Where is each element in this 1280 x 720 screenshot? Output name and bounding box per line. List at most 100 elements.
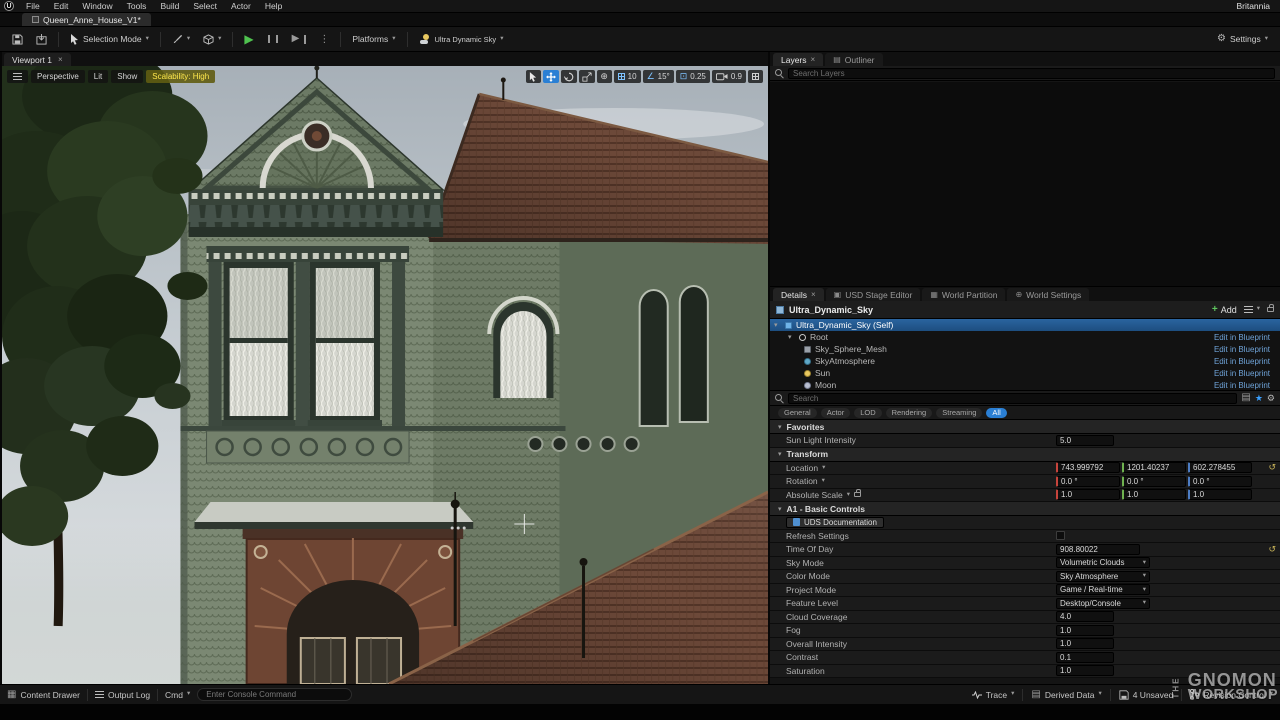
derived-data-dropdown[interactable]: ▤Derived Data▾ [1031,690,1101,700]
chevron-down-icon[interactable]: ▾ [822,478,825,485]
scale-x-input[interactable]: 1.0 [1056,489,1120,500]
tool-dropdown-1[interactable]: ▾ [167,30,195,48]
filter-all[interactable]: All [986,408,1006,418]
location-z-input[interactable]: 602.278455 [1188,462,1252,473]
tree-row-moon[interactable]: Moon Edit in Blueprint [770,379,1280,391]
scale-y-input[interactable]: 1.0 [1122,489,1186,500]
rotation-x-input[interactable]: 0.0 ° [1056,476,1120,487]
world-space-toggle[interactable]: ⊕ [597,70,612,83]
tree-row-self[interactable]: ▾ Ultra_Dynamic_Sky (Self) [770,319,1280,331]
saturation-input[interactable]: 1.0 [1056,665,1114,676]
section-transform[interactable]: ▾Transform [770,448,1280,462]
refresh-settings-checkbox[interactable] [1056,531,1065,540]
location-x-input[interactable]: 743.999792 [1056,462,1120,473]
tab-details[interactable]: Details× [773,288,824,301]
add-component-button[interactable]: +Add [1212,304,1237,315]
rotate-tool-button[interactable] [561,70,577,83]
reset-to-default-icon[interactable]: ↺ [1268,545,1276,554]
scale-snap-control[interactable]: ⊡0.25 [676,70,710,83]
tab-usd-stage-editor[interactable]: ▣USD Stage Editor [826,288,921,301]
filter-actor[interactable]: Actor [821,408,851,418]
platforms-dropdown[interactable]: Platforms▾ [347,30,400,48]
time-of-day-input[interactable]: 908.80022 [1056,544,1140,555]
house-actor[interactable] [180,66,768,684]
move-tool-button[interactable] [543,70,559,83]
ultra-dynamic-sky-dropdown[interactable]: Ultra Dynamic Sky▾ [414,30,509,48]
save-button[interactable] [7,30,28,48]
rotation-y-input[interactable]: 0.0 ° [1122,476,1186,487]
skip-button[interactable]: ▶ [287,30,312,48]
edit-in-blueprint-link[interactable]: Edit in Blueprint [1214,357,1276,366]
viewport-3d-scene[interactable] [2,66,768,684]
tab-outliner[interactable]: ▤Outliner [825,53,882,66]
level-tab[interactable]: Queen_Anne_House_V1* [22,13,151,26]
chevron-down-icon[interactable]: ▾ [822,465,825,472]
menu-edit[interactable]: Edit [47,0,76,12]
layers-list-empty[interactable] [770,82,1280,286]
select-tool-button[interactable] [526,70,541,83]
console-command-input[interactable] [197,688,352,701]
menu-file[interactable]: File [19,0,47,12]
scalability-badge[interactable]: Scalability: High [146,70,215,83]
filter-general[interactable]: General [778,408,817,418]
section-basic-controls[interactable]: ▾A1 - Basic Controls [770,502,1280,516]
scale-z-input[interactable]: 1.0 [1188,489,1252,500]
tab-world-settings[interactable]: ⊕World Settings [1007,288,1089,301]
scale-lock-icon[interactable] [854,492,861,497]
play-button[interactable]: ▶ [239,30,258,48]
tree-row-sun[interactable]: Sun Edit in Blueprint [770,367,1280,379]
tab-world-partition[interactable]: ▦World Partition [922,288,1005,301]
rotation-snap-control[interactable]: ∠15° [643,70,674,83]
cloud-coverage-input[interactable]: 4.0 [1056,611,1114,622]
viewport-canvas[interactable]: Perspective Lit Show Scalability: High ⊕… [2,66,768,684]
gear-icon[interactable]: ⚙ [1267,394,1275,403]
selection-mode-dropdown[interactable]: Selection Mode ▾ [65,30,154,48]
output-log-button[interactable]: Output Log [95,690,150,700]
layers-search-input[interactable] [788,68,1275,79]
tool-dropdown-2[interactable]: ▾ [198,30,226,48]
location-y-input[interactable]: 1201.40237 [1122,462,1186,473]
lock-icon[interactable] [1267,307,1274,312]
show-dropdown[interactable]: Show [111,70,143,83]
menu-actor[interactable]: Actor [224,0,258,12]
play-options-button[interactable]: ⋮ [314,30,334,48]
section-favorites[interactable]: ▾Favorites [770,420,1280,434]
menu-select[interactable]: Select [186,0,224,12]
project-mode-dropdown[interactable]: Game / Real-time▾ [1056,584,1150,595]
edit-in-blueprint-link[interactable]: Edit in Blueprint [1214,369,1276,378]
pause-button[interactable] [262,30,284,48]
settings-dropdown[interactable]: ⚙Settings▾ [1212,30,1273,48]
tree-row-sky-sphere-mesh[interactable]: Sky_Sphere_Mesh Edit in Blueprint [770,343,1280,355]
display-options-icon[interactable]: ▤ [1241,393,1250,403]
filter-lod[interactable]: LOD [854,408,881,418]
trace-dropdown[interactable]: Trace▾ [972,690,1015,700]
perspective-dropdown[interactable]: Perspective [31,70,85,83]
view-mode-dropdown[interactable]: Lit [88,70,108,83]
tab-layers[interactable]: Layers× [773,53,823,66]
details-view-options-button[interactable]: ▾ [1242,301,1262,319]
edit-in-blueprint-link[interactable]: Edit in Blueprint [1214,381,1276,390]
favorites-star-icon[interactable]: ★ [1255,393,1263,404]
edit-in-blueprint-link[interactable]: Edit in Blueprint [1214,333,1276,342]
viewport-options-button[interactable] [7,70,28,83]
content-drawer-button[interactable]: ▦Content Drawer [7,690,80,700]
menu-window[interactable]: Window [75,0,119,12]
reset-to-default-icon[interactable]: ↺ [1268,463,1276,472]
tree-row-sky-atmosphere[interactable]: SkyAtmosphere Edit in Blueprint [770,355,1280,367]
menu-build[interactable]: Build [153,0,186,12]
color-mode-dropdown[interactable]: Sky Atmosphere▾ [1056,571,1150,582]
chevron-down-icon[interactable]: ▾ [847,492,850,499]
scale-tool-button[interactable] [579,70,595,83]
edit-in-blueprint-link[interactable]: Edit in Blueprint [1214,345,1276,354]
menu-help[interactable]: Help [258,0,289,12]
overall-intensity-input[interactable]: 1.0 [1056,638,1114,649]
menu-tools[interactable]: Tools [120,0,154,12]
content-import-button[interactable] [31,30,52,48]
cmd-dropdown[interactable]: Cmd▾ [165,690,190,700]
maximize-viewport-button[interactable] [748,70,763,83]
close-icon[interactable]: × [811,55,816,64]
sky-mode-dropdown[interactable]: Volumetric Clouds▾ [1056,557,1150,568]
fog-input[interactable]: 1.0 [1056,625,1114,636]
close-icon[interactable]: × [58,55,63,64]
sun-light-intensity-input[interactable]: 5.0 [1056,435,1114,446]
